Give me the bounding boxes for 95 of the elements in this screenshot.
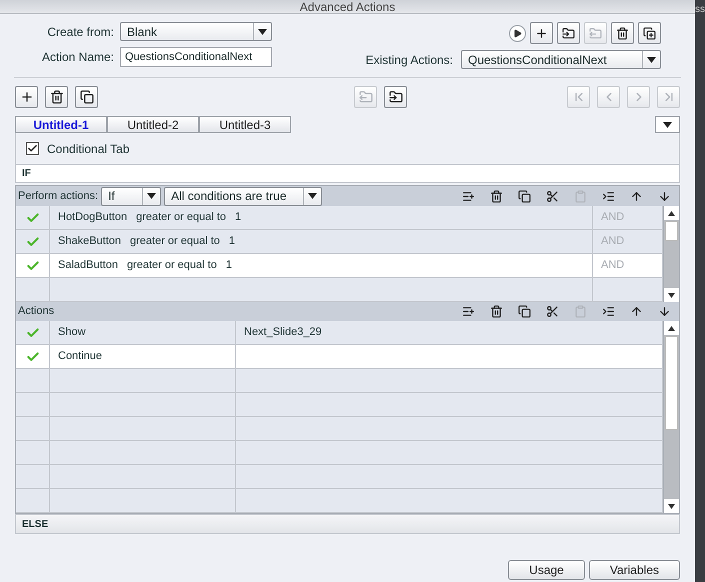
scissors-icon (546, 190, 559, 202)
indent-icon (602, 190, 615, 202)
section-label: ELSE (22, 518, 48, 532)
scroll-thumb[interactable] (665, 221, 678, 241)
copy-icon (518, 190, 531, 202)
existing-actions-dropdown[interactable]: QuestionsConditionalNext (461, 50, 661, 69)
condition-operator: greater or equal to (126, 258, 217, 274)
trash-icon (50, 90, 64, 104)
export-icon (589, 26, 602, 40)
plus-icon (20, 90, 34, 104)
import-button[interactable] (557, 22, 580, 44)
indent-icon (602, 305, 615, 318)
scroll-up-icon[interactable] (668, 326, 675, 330)
actions-label: Actions (18, 304, 54, 320)
scissors-icon (546, 305, 559, 318)
copy-icon (80, 90, 94, 104)
paste-icon (574, 305, 587, 318)
duplicate-button[interactable] (638, 22, 661, 44)
action-name-field[interactable]: QuestionsConditionalNext (120, 47, 272, 67)
checkbox-label: Conditional Tab (47, 140, 130, 158)
caret-icon (308, 193, 318, 199)
action-row[interactable]: Continue (16, 345, 663, 369)
caret-icon (147, 193, 156, 199)
arrow-up-icon (630, 190, 643, 202)
plus-button[interactable] (530, 22, 553, 44)
checkbox[interactable] (26, 142, 39, 155)
arrow-down-icon (658, 305, 671, 318)
section-label: IF (22, 167, 31, 181)
copy-button[interactable] (516, 303, 533, 320)
copy-button[interactable] (75, 86, 98, 108)
trash-icon (616, 26, 629, 40)
caret-icon (663, 122, 672, 128)
play-button[interactable] (509, 24, 526, 42)
copy-button[interactable] (516, 188, 533, 204)
create-from-dropdown[interactable]: Blank (120, 22, 272, 41)
condition-variable: HotDogButton (58, 210, 128, 226)
dialog-button[interactable]: Usage (508, 560, 585, 580)
plus-icon (535, 26, 548, 40)
scroll-thumb[interactable] (665, 336, 678, 430)
field-label: Action Name: (40, 49, 114, 66)
scrollbar[interactable] (663, 321, 679, 513)
action-name: Continue (58, 349, 102, 364)
joiner-label: AND (601, 210, 624, 226)
import-icon (388, 90, 402, 104)
background-text: ss (695, 3, 705, 17)
tab[interactable]: Untitled-1 (15, 116, 107, 133)
import-icon (562, 26, 575, 40)
condition-value: 1 (226, 258, 232, 274)
condition-value: 1 (235, 210, 242, 226)
joiner-label: AND (601, 258, 624, 274)
condition-variable: ShakeButton (58, 234, 121, 250)
condition-row[interactable]: HotDogButton greater or equal to 1 AND (16, 206, 663, 230)
arrow-down-icon (658, 190, 671, 202)
import-button[interactable] (384, 86, 407, 108)
trash-icon (490, 190, 503, 202)
insert-row-icon (462, 305, 475, 318)
condition-variable: SaladButton (58, 258, 118, 274)
copy-icon (518, 305, 531, 318)
scroll-down-icon[interactable] (668, 292, 675, 298)
perform-actions-label: Perform actions: (18, 188, 98, 204)
caret-icon (647, 56, 656, 62)
action-target: Next_Slide3_29 (244, 325, 322, 340)
trash-button[interactable] (611, 22, 634, 44)
paste-icon (574, 190, 587, 202)
action-name: Show (58, 325, 86, 340)
tab[interactable]: Untitled-3 (199, 116, 291, 133)
scrollbar[interactable] (663, 206, 679, 302)
dialog-button[interactable]: Variables (588, 560, 680, 580)
field-label: Create from: (46, 24, 114, 40)
caret-icon (258, 28, 267, 34)
trash-button[interactable] (488, 303, 505, 320)
play-icon (513, 28, 522, 38)
condition-row[interactable]: SaladButton greater or equal to 1 AND (16, 254, 663, 278)
condition-row[interactable]: ShakeButton greater or equal to 1 AND (16, 230, 663, 254)
field-label: Existing Actions: (366, 52, 453, 68)
window-title: Advanced Actions (300, 0, 396, 12)
arrow-up-icon (630, 305, 643, 318)
condition-operator: greater or equal to (136, 210, 226, 226)
trash-button[interactable] (45, 86, 68, 108)
trash-icon (490, 305, 503, 318)
export-icon (358, 90, 372, 104)
joiner-label: AND (601, 234, 624, 250)
trash-button[interactable] (488, 188, 505, 204)
mode-dropdown[interactable]: If (101, 186, 162, 206)
condition-dropdown[interactable]: All conditions are true (164, 186, 322, 206)
tab[interactable]: Untitled-2 (107, 116, 199, 133)
insert-row-icon (462, 190, 475, 202)
scroll-down-icon[interactable] (668, 504, 675, 508)
condition-operator: greater or equal to (130, 234, 220, 250)
action-row[interactable]: Show Next_Slide3_29 (16, 321, 663, 345)
duplicate-icon (643, 26, 656, 40)
plus-button[interactable] (15, 86, 38, 108)
condition-value: 1 (228, 234, 236, 250)
scroll-up-icon[interactable] (668, 210, 675, 216)
tabs-menu-button[interactable] (655, 116, 680, 133)
